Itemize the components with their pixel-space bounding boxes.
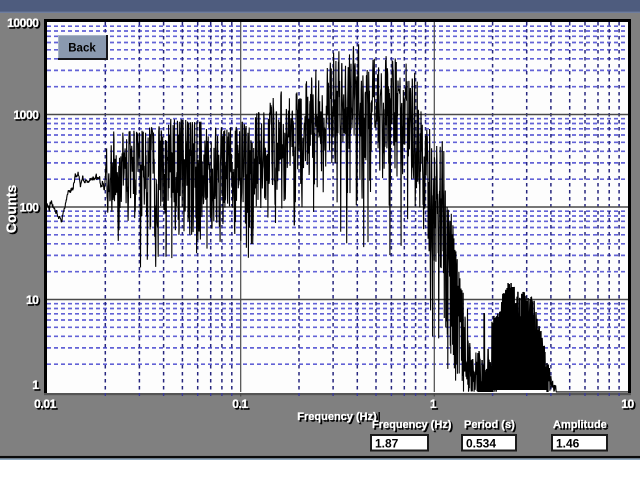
svg-text:1.87: 1.87: [375, 437, 399, 451]
svg-text:10000: 10000: [7, 16, 39, 30]
svg-text:Counts: Counts: [3, 185, 19, 233]
svg-text:1: 1: [430, 397, 437, 411]
svg-text:100: 100: [20, 201, 40, 215]
svg-text:1: 1: [32, 378, 39, 392]
svg-text:0.1: 0.1: [232, 397, 248, 411]
svg-text:10: 10: [26, 293, 39, 307]
svg-text:Amplitude: Amplitude: [553, 419, 607, 431]
svg-text:Period (s): Period (s): [464, 419, 515, 431]
svg-text:10: 10: [621, 397, 634, 411]
svg-text:Back: Back: [68, 43, 96, 55]
svg-text:1.46: 1.46: [556, 437, 580, 451]
svg-text:0.534: 0.534: [466, 437, 496, 451]
svg-text:Frequency (Hz): Frequency (Hz): [297, 411, 377, 423]
svg-text:1000: 1000: [13, 108, 39, 122]
svg-text:Frequency (Hz): Frequency (Hz): [372, 419, 452, 431]
svg-text:0.01: 0.01: [34, 397, 56, 411]
